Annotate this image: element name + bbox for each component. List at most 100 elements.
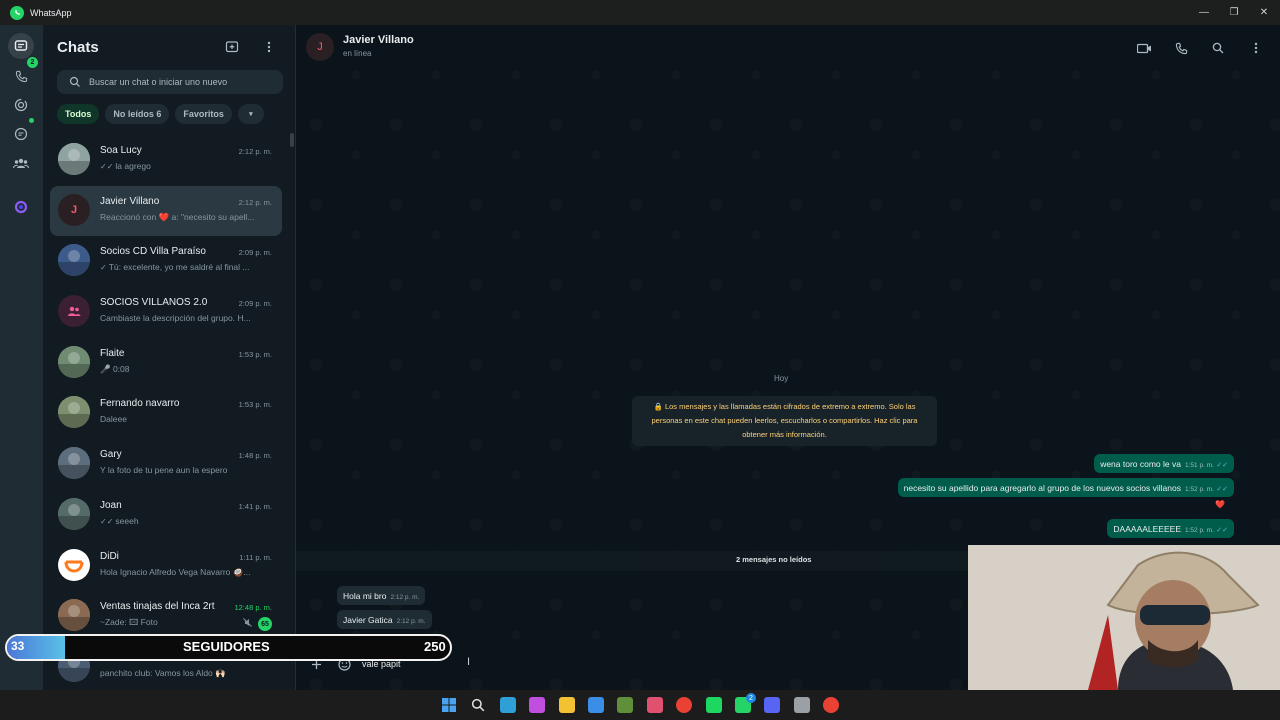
- meta-ai-icon: [14, 200, 28, 214]
- read-receipt-icon: ✓✓: [1216, 527, 1228, 534]
- search-icon[interactable]: [470, 697, 486, 713]
- copilot-icon[interactable]: [529, 697, 546, 713]
- message-time: 2:12 p. m.: [396, 618, 426, 625]
- chat-list-item[interactable]: Soa Lucy 2:12 p. m. ✓✓ la agrego: [50, 135, 282, 186]
- calls-nav-button[interactable]: [8, 63, 34, 89]
- channels-nav-button[interactable]: [8, 121, 34, 147]
- webcam-feed-image: [968, 545, 1280, 690]
- chat-preview-text: Daleee: [100, 414, 127, 425]
- store-icon[interactable]: [588, 697, 604, 713]
- conversation-menu-button[interactable]: [1247, 39, 1265, 57]
- message-bubble-incoming[interactable]: Javier Gatica 2:12 p. m.: [337, 610, 432, 629]
- chat-time: 2:09 p. m.: [238, 299, 272, 309]
- message-text: Javier Gatica: [343, 615, 393, 625]
- whatsapp-taskbar-badge: 2: [746, 693, 756, 703]
- filter-unread[interactable]: No leídos 6: [105, 104, 170, 124]
- filter-more-button[interactable]: ▾: [237, 104, 264, 124]
- video-call-button[interactable]: [1135, 39, 1153, 57]
- windows-start-icon[interactable]: [441, 697, 457, 713]
- chat-preview: Reaccionó con ❤️ a: "necesito su apell..…: [100, 212, 270, 223]
- minimize-button[interactable]: —: [1188, 0, 1220, 25]
- more-vertical-icon: [1254, 42, 1258, 54]
- filter-favorites[interactable]: Favoritos: [175, 104, 232, 124]
- search-input[interactable]: [89, 77, 279, 87]
- day-separator: Hoy: [774, 373, 789, 383]
- sidebar-scrollbar[interactable]: [290, 133, 294, 147]
- message-time: 2:12 p. m.: [390, 594, 420, 601]
- meta-ai-nav-button[interactable]: [8, 194, 34, 220]
- sidebar-menu-button[interactable]: [260, 38, 278, 56]
- chat-name: Ventas tinajas del Inca 2rt: [100, 601, 215, 613]
- status-nav-button[interactable]: [8, 92, 34, 118]
- phone-icon: [1175, 42, 1187, 54]
- chat-list-item[interactable]: J Javier Villano 2:12 p. m. Reaccionó con ❤…: [50, 185, 282, 237]
- chat-list-item[interactable]: Gary 1:48 p. m. Y la foto de tu pene aun l…: [50, 439, 282, 490]
- channels-icon: [14, 127, 28, 141]
- steam-icon[interactable]: [793, 697, 810, 713]
- chat-preview-text: seeeh: [115, 515, 139, 526]
- chat-time: 2:12 p. m.: [238, 197, 272, 207]
- file-explorer-icon[interactable]: [558, 697, 575, 713]
- contact-name[interactable]: Javier Villano: [343, 34, 414, 46]
- app-title: WhatsApp: [30, 7, 72, 18]
- communities-nav-button[interactable]: [8, 150, 34, 176]
- encryption-notice[interactable]: 🔒 Los mensajes y las llamadas están cifr…: [632, 396, 937, 446]
- chat-preview: ✓✓ la agrego: [100, 161, 270, 171]
- message-text: wena toro como le va: [1100, 459, 1181, 469]
- conversation-header[interactable]: J Javier Villano en línea: [296, 25, 1280, 70]
- chat-list-item[interactable]: DiDi 1:11 p. m. Hola Ignacio Alfredo Vega …: [50, 541, 282, 592]
- calculator-icon[interactable]: [617, 697, 634, 713]
- spotify-icon[interactable]: [705, 697, 722, 713]
- profile-photo: [58, 143, 90, 175]
- conversation-search-button[interactable]: [1209, 39, 1227, 57]
- followers-current: 33: [11, 639, 25, 653]
- chat-list: Soa Lucy 2:12 p. m. ✓✓ la agrego J Javier Vil…: [50, 135, 282, 690]
- message-time: 1:52 p. m.: [1184, 527, 1214, 534]
- contact-avatar[interactable]: J: [306, 33, 334, 61]
- edge-icon[interactable]: [499, 697, 516, 713]
- unread-divider-label: 2 mensajes no leídos: [736, 555, 812, 564]
- message-text: DAAAAALEEEEE: [1113, 524, 1181, 534]
- title-bar: WhatsApp — ❐ ✕: [0, 0, 1280, 25]
- maximize-button[interactable]: ❐: [1218, 0, 1250, 25]
- chat-list-item[interactable]: Fernando navarro 1:53 p. m. Daleee: [50, 388, 282, 439]
- heart-reaction-icon[interactable]: ❤️: [1213, 498, 1227, 510]
- profile-photo: [58, 396, 90, 429]
- followers-goal: 250: [424, 639, 446, 654]
- read-receipt-icon: ✓✓: [1216, 486, 1228, 493]
- chat-preview: panchito club: Vamos los Aldo 🙌🏻: [100, 668, 270, 679]
- chat-list-item[interactable]: SOCIOS VILLANOS 2.0 2:09 p. m. Cambiaste l…: [50, 287, 282, 338]
- calls-icon: [15, 70, 27, 82]
- chat-preview: Hola Ignacio Alfredo Vega Navarro 🥥...: [100, 567, 270, 578]
- profile-photo: [58, 599, 90, 632]
- chat-name: Javier Villano: [100, 195, 160, 207]
- chat-preview: Daleee: [100, 414, 270, 424]
- sent-tick-icon: ✓✓: [100, 162, 114, 171]
- message-bubble-outgoing[interactable]: necesito su apellido para agregarlo al g…: [897, 478, 1234, 497]
- chat-list-item[interactable]: Socios CD Villa Paraíso 2:09 p. m. ✓ Tú: ex…: [50, 236, 282, 287]
- chat-list-item[interactable]: Flaite 1:53 p. m. 🎤 0:08: [50, 338, 282, 389]
- message-bubble-incoming[interactable]: Hola mi bro 2:12 p. m.: [337, 586, 426, 605]
- message-bubble-outgoing[interactable]: wena toro como le va 1:51 p. m. ✓✓: [1094, 454, 1234, 473]
- chat-list-item[interactable]: Joan 1:41 p. m. ✓✓ seeeh: [50, 490, 282, 541]
- communities-icon: [13, 158, 29, 169]
- snipping-tool-icon[interactable]: [646, 697, 663, 713]
- chats-icon: [14, 40, 28, 51]
- message-bubble-outgoing[interactable]: DAAAAALEEEEE 1:52 p. m. ✓✓: [1107, 519, 1234, 538]
- profile-photo: [58, 345, 90, 378]
- status-icon: [14, 98, 28, 112]
- new-chat-button[interactable]: [223, 38, 241, 56]
- chrome-alt-icon[interactable]: [823, 697, 840, 713]
- close-button[interactable]: ✕: [1248, 0, 1280, 25]
- voice-call-button[interactable]: [1172, 39, 1190, 57]
- chats-nav-button[interactable]: [8, 33, 34, 59]
- chat-preview-text: Cambiaste la descripción del grupo. H...: [100, 313, 251, 324]
- discord-icon[interactable]: [764, 697, 781, 713]
- chat-avatar: [58, 396, 90, 429]
- read-receipt-icon: ✓✓: [1216, 462, 1228, 469]
- chat-search-box[interactable]: [57, 70, 283, 94]
- sent-tick-icon: ✓: [100, 263, 107, 273]
- filter-all[interactable]: Todos: [57, 104, 100, 124]
- chat-preview: ✓ Tú: excelente, yo me saldré al final ..…: [100, 262, 270, 272]
- chrome-icon[interactable]: [676, 697, 693, 713]
